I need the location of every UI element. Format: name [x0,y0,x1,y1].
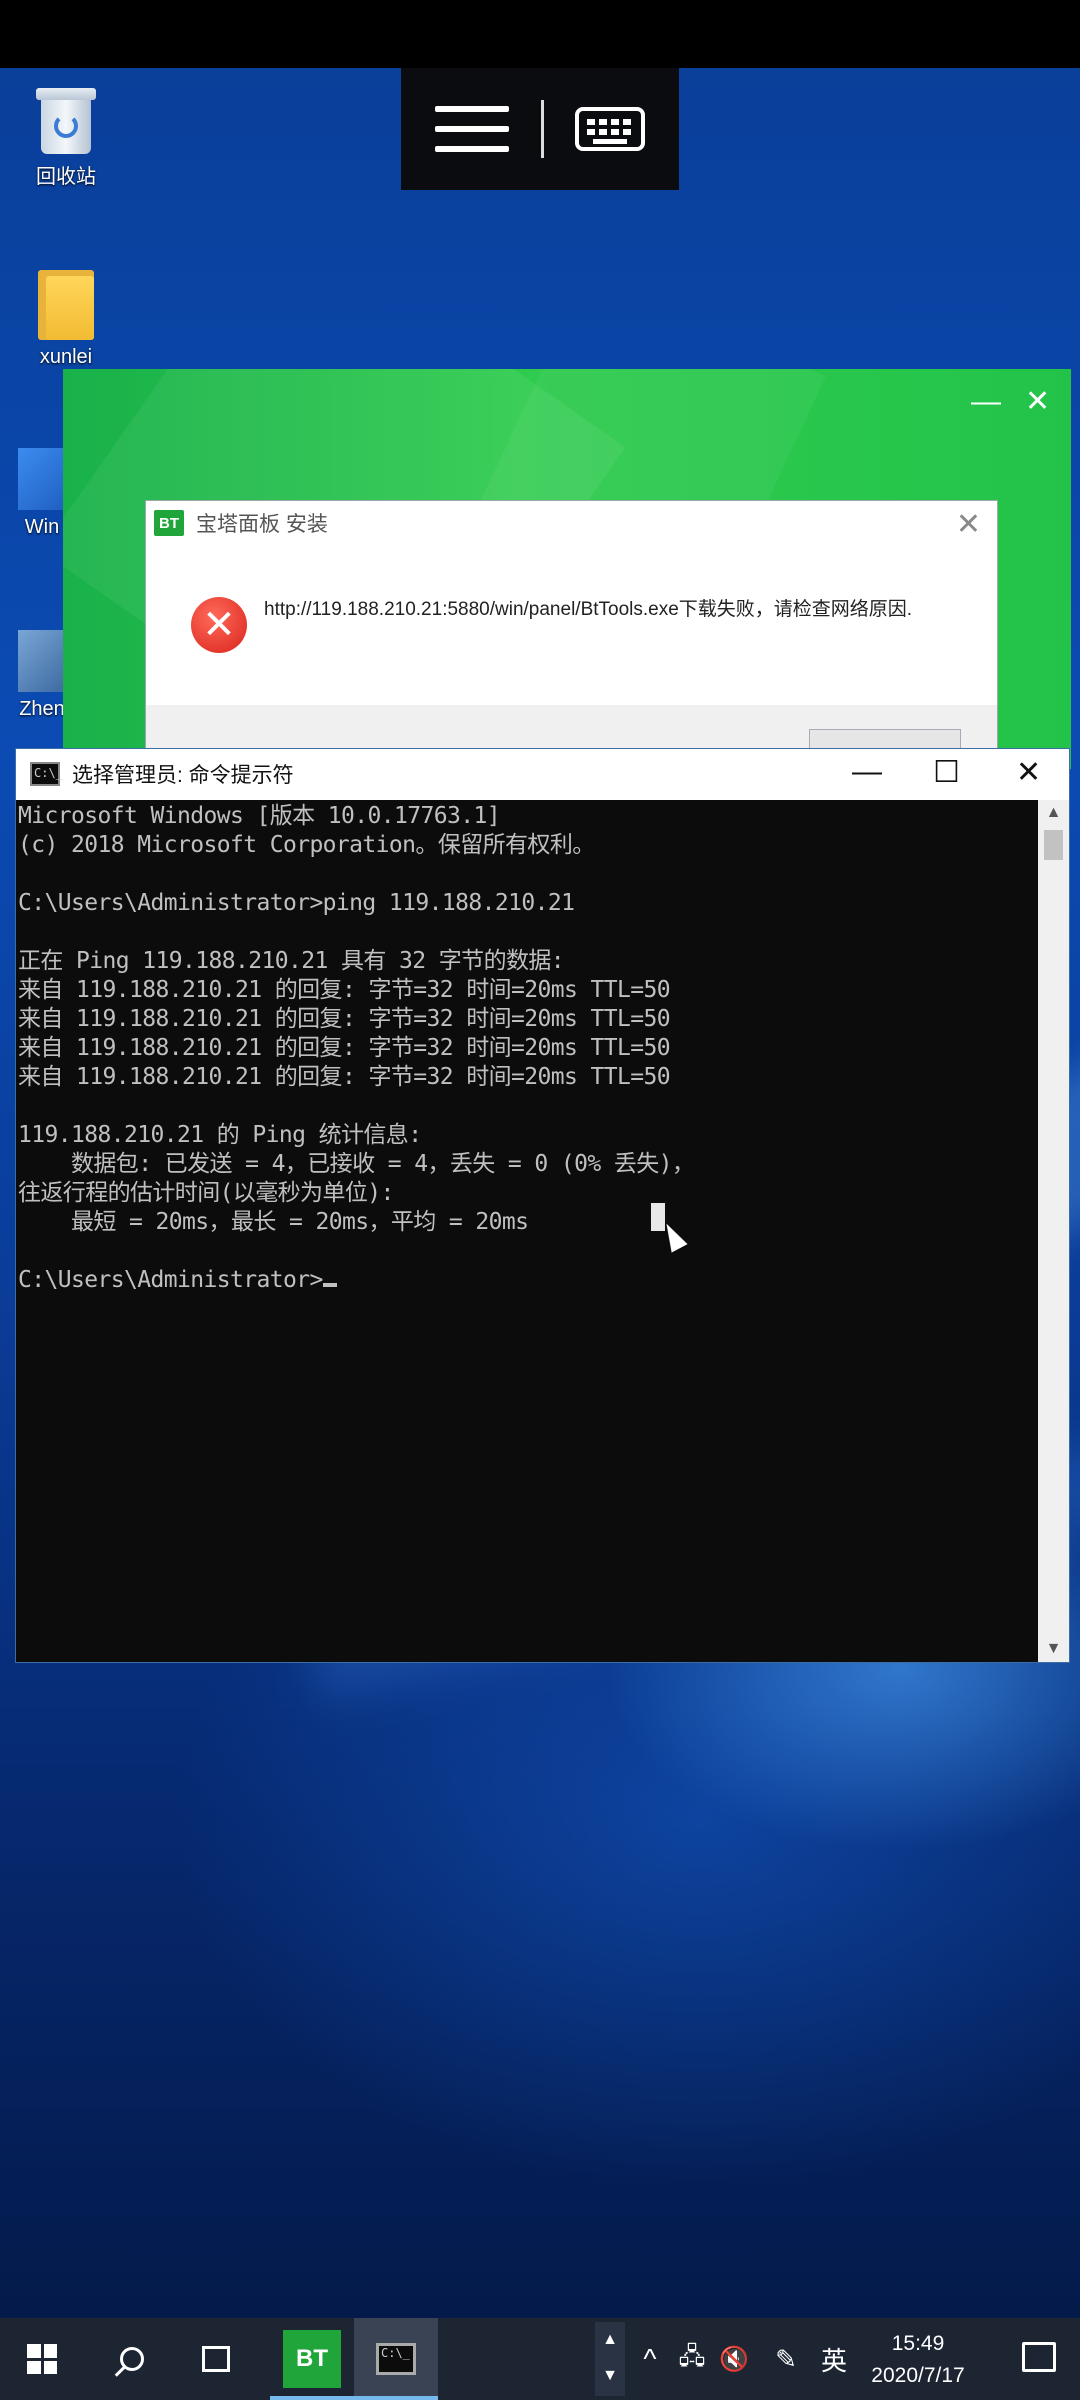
network-icon: 🖧 [678,2342,706,2370]
taskbar-app-cmd[interactable]: C:\_ [354,2318,438,2400]
console-line: 来自 119.188.210.21 的回复: 字节=32 时间=20ms TTL… [18,1006,671,1032]
console-line: 119.188.210.21 的 Ping 统计信息: [18,1122,422,1148]
console-prompt: C:\Users\Administrator> [18,1267,323,1293]
start-button[interactable] [0,2318,84,2400]
command-prompt-window: C:\_ 选择管理员: 命令提示符 — ☐ ✕ Microsoft Window… [15,748,1070,1663]
dialog-title: 宝塔面板 安装 [196,513,328,536]
volume-status[interactable]: 🔇 [714,2318,754,2400]
folder-icon [38,270,94,340]
scroll-up-icon[interactable]: ▲ [1038,800,1069,826]
desktop-icon-xunlei[interactable]: xunlei [6,270,126,369]
bt-app-icon: BT [283,2330,341,2388]
console-line: 来自 119.188.210.21 的回复: 字节=32 时间=20ms TTL… [18,1064,671,1090]
task-view-button[interactable] [174,2318,258,2400]
scroll-down-icon[interactable]: ▼ [1038,1636,1069,1662]
shortcut-icon [18,448,66,510]
console-line: (c) 2018 Microsoft Corporation。保留所有权利。 [18,832,595,858]
cmd-minimize-button[interactable]: — [852,755,882,789]
taskbar-clock[interactable]: 15:49 2020/7/17 [858,2328,978,2392]
close-button[interactable]: ✕ [1025,387,1050,417]
keyboard-icon[interactable] [575,107,645,151]
scroll-thumb[interactable] [1044,830,1063,860]
cmd-scrollbar[interactable]: ▲ ▼ [1038,800,1069,1662]
chevron-up-icon: ^ [643,2343,657,2374]
console-line: 来自 119.188.210.21 的回复: 字节=32 时间=20ms TTL… [18,1035,671,1061]
cmd-maximize-button[interactable]: ☐ [933,755,960,790]
error-icon: ✕ [191,597,247,653]
menu-icon[interactable] [435,106,509,152]
console-line: Microsoft Windows [版本 10.0.17763.1] [18,803,501,829]
cmd-app-icon: C:\_ [30,762,63,786]
windows-logo-icon [27,2344,57,2374]
console-output: Microsoft Windows [版本 10.0.17763.1] (c) … [18,802,1038,1295]
console-prompt-line: C:\Users\Administrator> [18,1266,1038,1295]
desktop-icon-recycle-bin[interactable]: 回收站 [6,88,126,189]
taskbar: BT C:\_ ▲ ▼ ^ 🖧 🔇 ✎ 英 15:49 2020/7/17 [0,2318,1080,2400]
volume-muted-icon: 🔇 [719,2345,749,2373]
cmd-window-title: 选择管理员: 命令提示符 [72,764,294,787]
pen-icon: ✎ [775,2343,797,2374]
cmd-app-icon: C:\_ [376,2343,416,2375]
ime-label: 英 [820,2345,847,2376]
task-view-icon [202,2346,230,2372]
cmd-console[interactable]: Microsoft Windows [版本 10.0.17763.1] (c) … [16,800,1038,1662]
minimize-button[interactable]: — [971,387,1001,417]
tray-scroll-control[interactable]: ▲ ▼ [595,2322,625,2396]
text-cursor [322,1283,337,1287]
toolbar-divider [540,100,544,158]
dialog-titlebar: BT 宝塔面板 安装 [146,501,997,545]
recycle-bin-icon [36,88,96,154]
dialog-footer [146,705,997,763]
desktop-icon-label: 回收站 [36,166,96,188]
cmd-titlebar[interactable]: C:\_ 选择管理员: 命令提示符 — ☐ ✕ [16,749,1069,799]
search-button[interactable] [90,2318,174,2400]
console-line: 正在 Ping 119.188.210.21 具有 32 字节的数据: [18,948,565,974]
pen-workspace[interactable]: ✎ [766,2318,806,2400]
cmd-close-button[interactable]: ✕ [1016,755,1041,790]
input-method-indicator[interactable]: 英 [812,2318,856,2400]
notification-center-icon[interactable] [1022,2342,1056,2372]
search-icon [120,2347,144,2371]
show-hidden-icons-button[interactable]: ^ [630,2318,670,2400]
network-status[interactable]: 🖧 [672,2318,712,2400]
remote-toolbar [401,68,679,190]
dialog-close-button[interactable]: ✕ [956,507,981,542]
phone-status-bar [0,0,1080,68]
console-line: 来自 119.188.210.21 的回复: 字节=32 时间=20ms TTL… [18,977,671,1003]
console-line: C:\Users\Administrator>ping 119.188.210.… [18,890,575,916]
clock-time: 15:49 [891,2332,945,2355]
console-line: 往返行程的估计时间(以毫秒为单位): [18,1180,394,1206]
taskbar-app-bt[interactable]: BT [270,2318,354,2400]
console-line: 最短 = 20ms，最长 = 20ms，平均 = 20ms [18,1209,529,1235]
console-line: 数据包: 已发送 = 4，已接收 = 4，丢失 = 0 (0% 丢失)， [18,1151,695,1177]
desktop-icon-label: xunlei [39,346,93,368]
error-message: http://119.188.210.21:5880/win/panel/BtT… [264,599,913,620]
bt-logo-icon: BT [154,510,184,536]
shortcut-icon [18,630,66,692]
bt-error-dialog: BT 宝塔面板 安装 ✕ ✕ http://119.188.210.21:588… [145,500,998,763]
clock-date: 2020/7/17 [871,2364,965,2387]
